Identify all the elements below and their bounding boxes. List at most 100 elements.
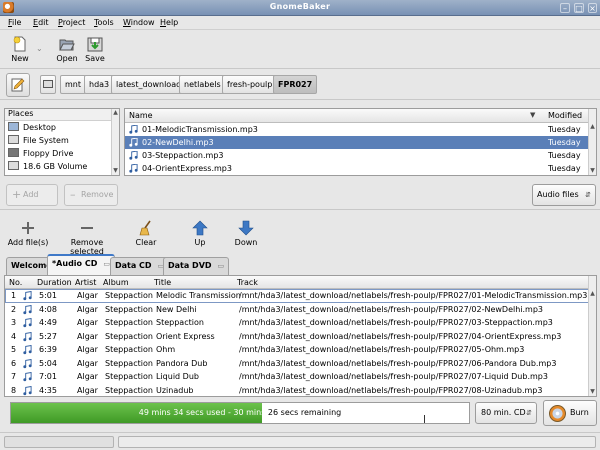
window-title: GnomeBaker [269, 2, 331, 11]
track-row[interactable]: 3 4:49 Algar Steppaction Steppaction/mnt/hda… [5, 316, 596, 330]
add-files-button[interactable]: Add file(s) [6, 220, 50, 247]
tab-audio-cd[interactable]: *Audio CD ▭ [47, 254, 115, 276]
track-title: New Delhi [156, 304, 197, 314]
file-row[interactable]: 03-Steppaction.mp3 Tuesday [125, 149, 596, 162]
open-button[interactable]: Open [54, 36, 80, 63]
maximize-icon[interactable]: □ [574, 3, 584, 13]
minimize-icon[interactable]: – [560, 3, 570, 13]
crumb-hda3[interactable]: hda3 [84, 75, 115, 94]
file-row[interactable]: 01-MelodicTransmission.mp3 Tuesday [125, 123, 596, 136]
scroll-down-icon[interactable]: ▼ [589, 388, 596, 396]
scroll-up-icon[interactable]: ▲ [589, 123, 596, 131]
column-name[interactable]: Name [129, 111, 153, 120]
add-button[interactable]: + Add [6, 184, 58, 206]
crumb-netlabels[interactable]: netlabels [179, 75, 226, 94]
file-list-scrollbar[interactable]: ▲ ▼ [588, 109, 596, 175]
track-row[interactable]: 7 7:01 Algar Steppaction Liquid Dub/mnt/hda3… [5, 370, 596, 384]
move-up-button[interactable]: Up [188, 220, 212, 247]
track-album: Steppaction [105, 331, 153, 341]
place-desktop[interactable]: Desktop [5, 121, 119, 134]
track-path: /mnt/hda3/latest_download/netlabels/fres… [239, 385, 543, 395]
column-modified[interactable]: Modified [548, 111, 582, 120]
column-album[interactable]: Album [103, 278, 129, 287]
track-row[interactable]: 1 5:01 Algar Steppaction Melodic Transmissio… [5, 289, 596, 303]
clear-button[interactable]: Clear [132, 220, 160, 247]
column-track[interactable]: Track [237, 278, 258, 287]
close-tab-icon[interactable]: ▭ [218, 258, 225, 274]
menu-file[interactable]: File [8, 18, 21, 27]
crumb-latest-download[interactable]: latest_download [111, 75, 187, 94]
disc-usage-bar: 49 mins 34 secs used - 30 mins 26 secs r… [10, 402, 470, 424]
file-row-selected[interactable]: 02-NewDelhi.mp3 Tuesday [125, 136, 596, 149]
track-path: /mnt/hda3/latest_download/netlabels/fres… [239, 345, 525, 354]
track-album: Steppaction [105, 372, 153, 381]
track-duration: 5:04 [39, 358, 57, 368]
menu-edit[interactable]: Edit [33, 18, 49, 27]
title-bar: GnomeBaker – □ × [0, 0, 600, 16]
track-row[interactable]: 8 4:35 Algar Steppaction Uzinadub/mnt/hda3/l… [5, 384, 596, 397]
menu-help[interactable]: Help [160, 18, 178, 27]
column-no[interactable]: No. [9, 278, 22, 287]
crumb-root[interactable] [40, 75, 56, 94]
track-list-header: No. Duration Artist Album Title Track [5, 276, 596, 289]
edit-pencil-icon [11, 78, 25, 92]
place-floppy-drive[interactable]: Floppy Drive [5, 147, 119, 160]
scroll-down-icon[interactable]: ▼ [589, 167, 596, 175]
places-header[interactable]: Places [5, 109, 119, 121]
track-path: /mnt/hda3/latest_download/netlabels/fres… [239, 331, 562, 341]
track-number: 2 [11, 304, 17, 314]
crumb-fpr027[interactable]: FPR027 [273, 75, 318, 94]
music-note-icon [129, 125, 138, 134]
file-filter-select[interactable]: Audio files ⇵ [532, 184, 596, 206]
spin-arrows-icon: ⇵ [526, 409, 532, 417]
column-duration[interactable]: Duration [37, 278, 72, 287]
new-button[interactable]: New [8, 36, 32, 63]
crumb-mnt[interactable]: mnt [60, 75, 86, 94]
broom-icon [139, 220, 151, 236]
burn-button[interactable]: Burn [543, 400, 597, 426]
scroll-up-icon[interactable]: ▲ [589, 290, 596, 298]
tab-data-cd[interactable]: Data CD ▭ [110, 257, 170, 275]
places-scrollbar[interactable]: ▲ ▼ [111, 109, 119, 175]
track-title: Uzinadub [156, 385, 194, 395]
crumb-fresh-poulp[interactable]: fresh-poulp [222, 75, 278, 94]
track-row[interactable]: 2 4:08 Algar Steppaction New Delhi/mnt/hda3/… [5, 303, 596, 317]
menu-project[interactable]: Project [58, 18, 85, 27]
column-title[interactable]: Title [154, 278, 171, 287]
place-volume[interactable]: 18.6 GB Volume [5, 160, 119, 173]
chevron-down-icon[interactable]: ⌄ [36, 44, 46, 54]
close-tab-icon[interactable]: ▭ [103, 256, 110, 272]
track-album: Steppaction [105, 345, 153, 354]
track-row[interactable]: 5 6:39 Algar Steppaction Ohm/mnt/hda3/latest… [5, 343, 596, 357]
sort-down-icon[interactable]: ▼ [530, 111, 535, 119]
file-row[interactable]: 04-OrientExpress.mp3 Tuesday [125, 162, 596, 175]
remove-button[interactable]: – Remove [64, 184, 118, 206]
menu-window[interactable]: Window [123, 18, 155, 27]
music-note-icon [23, 331, 32, 341]
arrow-down-icon [238, 220, 254, 236]
menu-tools[interactable]: Tools [94, 18, 114, 27]
scroll-up-icon[interactable]: ▲ [112, 109, 119, 117]
track-path: /mnt/hda3/latest_download/netlabels/fres… [239, 318, 553, 327]
music-note-icon [129, 151, 138, 160]
track-list-scrollbar[interactable]: ▲ ▼ [588, 276, 596, 396]
track-title: Pandora Dub [156, 358, 208, 368]
save-button[interactable]: Save [83, 36, 107, 63]
edit-location-button[interactable] [6, 73, 30, 97]
project-tabs: Welcome *Audio CD ▭ Data CD ▭ Data DVD ▭ [0, 253, 600, 276]
remove-selected-button[interactable]: Remove selected [54, 220, 120, 256]
track-row[interactable]: 6 5:04 Algar Steppaction Pandora Dub/mnt/hda… [5, 357, 596, 371]
scroll-down-icon[interactable]: ▼ [112, 167, 119, 175]
track-path: /mnt/hda3/latest_download/netlabels/fres… [239, 358, 557, 368]
path-bar: mnt hda3 latest_download netlabels fresh… [0, 70, 600, 100]
track-artist: Algar [77, 385, 98, 395]
open-label: Open [56, 54, 78, 63]
move-down-button[interactable]: Down [232, 220, 260, 247]
close-icon[interactable]: × [588, 3, 597, 13]
column-artist[interactable]: Artist [75, 278, 96, 287]
disc-size-select[interactable]: 80 min. CD ⇵ [475, 402, 537, 424]
plus-icon [22, 222, 34, 234]
place-file-system[interactable]: File System [5, 134, 119, 147]
tab-data-dvd[interactable]: Data DVD ▭ [163, 257, 230, 275]
track-row[interactable]: 4 5:27 Algar Steppaction Orient Express/mnt/… [5, 330, 596, 344]
